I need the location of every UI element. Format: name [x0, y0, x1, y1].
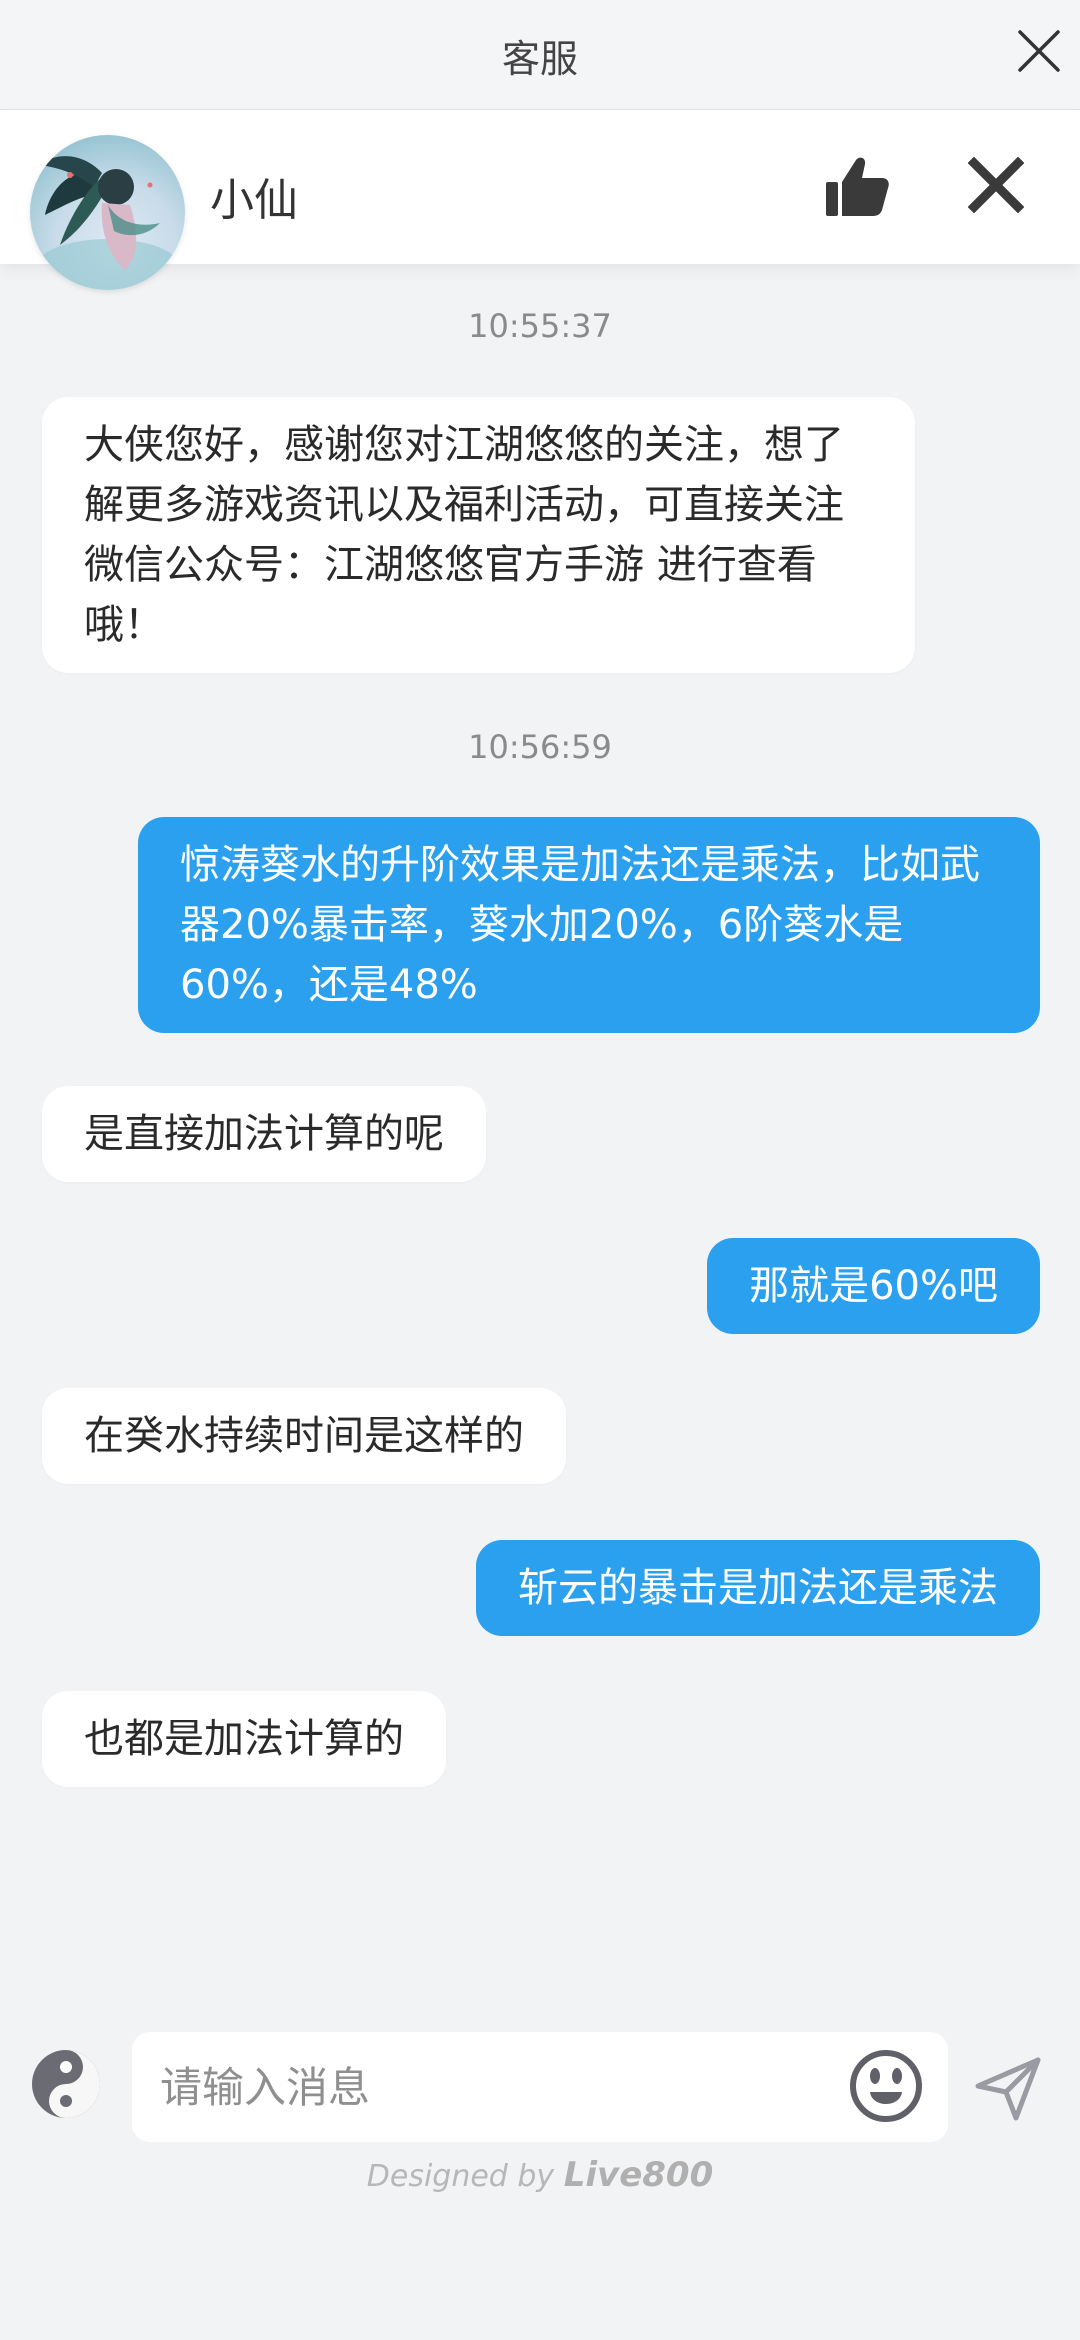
message-timestamp: 10:56:59 [468, 728, 612, 766]
chat-log: 10:55:37 大侠您好，感谢您对江湖悠悠的关注，想了解更多游戏资讯以及福利活… [0, 264, 1080, 2024]
message-input[interactable] [132, 2032, 948, 2142]
agent-name: 小仙 [210, 175, 298, 226]
message-timestamp: 10:55:37 [468, 307, 612, 345]
send-icon[interactable] [972, 2052, 1044, 2124]
page-title: 客服 [501, 37, 578, 81]
outgoing-message: 斩云的暴击是加法还是乘法 [476, 1540, 1040, 1636]
footer-brand[interactable]: Live800 [564, 2155, 714, 2195]
incoming-message: 是直接加法计算的呢 [42, 1086, 486, 1182]
live800-logo-icon[interactable] [30, 2048, 102, 2120]
thumbs-up-icon[interactable] [822, 152, 892, 222]
incoming-message: 在癸水持续时间是这样的 [42, 1388, 566, 1484]
emoji-icon[interactable] [848, 2048, 924, 2124]
outgoing-message: 惊涛葵水的升阶效果是加法还是乘法，比如武器20%暴击率，葵水加20%，6阶葵水是… [138, 817, 1040, 1033]
incoming-message: 大侠您好，感谢您对江湖悠悠的关注，想了解更多游戏资讯以及福利活动，可直接关注微信… [42, 397, 915, 673]
title-bar: 客服 [0, 0, 1080, 110]
agent-header: 小仙 [0, 110, 1080, 290]
powered-by-footer: Designed by Live800 [0, 2155, 1080, 2195]
incoming-message: 也都是加法计算的 [42, 1691, 446, 1787]
composer [0, 2030, 1080, 2160]
footer-prefix: Designed by [366, 2159, 564, 2194]
close-icon[interactable] [1016, 28, 1062, 74]
agent-close-icon[interactable] [968, 157, 1024, 213]
outgoing-message: 那就是60%吧 [707, 1238, 1040, 1334]
